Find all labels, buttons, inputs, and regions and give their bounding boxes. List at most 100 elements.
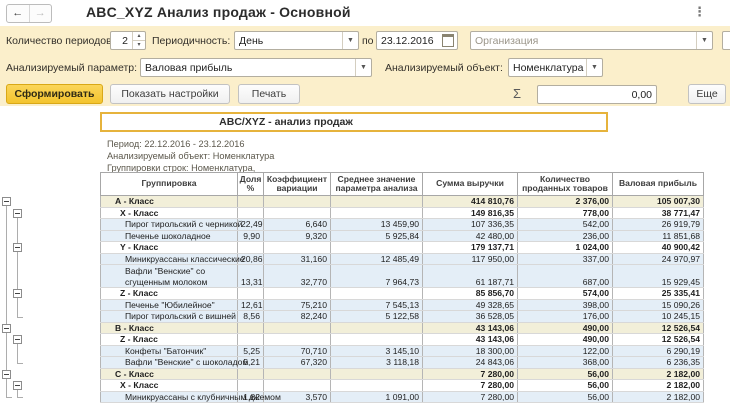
group-cell[interactable]: Х - Класс [101,380,238,392]
value-cell[interactable]: 490,00 [518,322,613,334]
group-collapse-toggle[interactable] [2,370,11,379]
group-cell[interactable]: Печенье шоколадное [101,230,238,242]
group-cell[interactable]: Z - Класс [101,334,238,346]
group-cell[interactable]: В - Класс [101,322,238,334]
value-cell[interactable]: 7 964,73 [331,265,423,288]
value-cell[interactable]: 12 526,54 [613,334,704,346]
value-cell[interactable]: 6 236,35 [613,357,704,369]
value-cell[interactable] [264,368,331,380]
value-cell[interactable]: 56,00 [518,380,613,392]
value-cell[interactable]: 176,00 [518,311,613,323]
group-cell[interactable]: Х - Класс [101,207,238,219]
value-cell[interactable]: 26 919,79 [613,219,704,231]
value-cell[interactable]: 2 376,00 [518,196,613,208]
value-cell[interactable] [331,368,423,380]
value-cell[interactable]: 7 280,00 [423,391,518,403]
stepper-arrows[interactable]: ▴ ▾ [132,32,145,49]
value-cell[interactable]: 490,00 [518,334,613,346]
group-collapse-toggle[interactable] [13,335,22,344]
value-cell[interactable]: 12 485,49 [331,253,423,265]
group-cell[interactable]: Пирог тирольский с черникой [101,219,238,231]
value-cell[interactable]: 542,00 [518,219,613,231]
value-cell[interactable] [264,242,331,254]
value-cell[interactable]: 778,00 [518,207,613,219]
value-cell[interactable]: 5 925,84 [331,230,423,242]
print-button[interactable]: Печать [238,84,300,104]
value-cell[interactable] [238,196,264,208]
value-cell[interactable]: 49 328,65 [423,299,518,311]
value-cell[interactable]: 13 459,90 [331,219,423,231]
value-cell[interactable] [331,288,423,300]
value-cell[interactable]: 70,710 [264,345,331,357]
value-cell[interactable]: 42 480,00 [423,230,518,242]
value-cell[interactable]: 3 145,10 [331,345,423,357]
group-collapse-toggle[interactable] [13,243,22,252]
value-cell[interactable] [238,288,264,300]
value-cell[interactable]: 75,210 [264,299,331,311]
value-cell[interactable]: 22,49 [238,219,264,231]
value-cell[interactable] [331,322,423,334]
sum-field[interactable]: 0,00 [537,85,657,104]
value-cell[interactable]: 43 143,06 [423,322,518,334]
value-cell[interactable] [264,322,331,334]
value-cell[interactable]: 1 091,00 [331,391,423,403]
group-cell[interactable]: С - Класс [101,368,238,380]
group-cell[interactable]: Z - Класс [101,288,238,300]
value-cell[interactable] [238,368,264,380]
chevron-down-icon[interactable]: ▼ [586,59,602,76]
step-down-icon[interactable]: ▾ [133,40,145,49]
value-cell[interactable]: 122,00 [518,345,613,357]
value-cell[interactable]: 43 143,06 [423,334,518,346]
value-cell[interactable]: 236,00 [518,230,613,242]
value-cell[interactable]: 56,00 [518,368,613,380]
value-cell[interactable]: 56,00 [518,391,613,403]
value-cell[interactable]: 2 182,00 [613,368,704,380]
value-cell[interactable]: 85 856,70 [423,288,518,300]
value-cell[interactable]: 15 090,26 [613,299,704,311]
value-cell[interactable]: 574,00 [518,288,613,300]
group-collapse-toggle[interactable] [2,324,11,333]
group-cell[interactable]: Вафли "Венские" с шоколадом [101,357,238,369]
value-cell[interactable] [331,196,423,208]
value-cell[interactable]: 61 187,71 [423,265,518,288]
value-cell[interactable]: 9,90 [238,230,264,242]
value-cell[interactable] [264,380,331,392]
group-cell[interactable]: Миникруассаны с клубничным джемом [101,391,238,403]
value-cell[interactable]: 5,25 [238,345,264,357]
forward-button[interactable]: → [29,5,52,22]
value-cell[interactable]: 687,00 [518,265,613,288]
group-cell[interactable]: Пирог тирольский с вишней [101,311,238,323]
group-cell[interactable]: Миникруассаны классические [101,253,238,265]
value-cell[interactable]: 10 245,15 [613,311,704,323]
value-cell[interactable]: 9,320 [264,230,331,242]
value-cell[interactable] [264,288,331,300]
value-cell[interactable]: 20,86 [238,253,264,265]
value-cell[interactable] [331,207,423,219]
more-button[interactable]: Еще [688,84,726,104]
group-cell[interactable]: А - Класс [101,196,238,208]
value-cell[interactable]: 13,31 [238,265,264,288]
object-select[interactable]: Номенклатура ▼ [508,58,603,77]
value-cell[interactable]: 368,00 [518,357,613,369]
group-collapse-toggle[interactable] [2,197,11,206]
value-cell[interactable]: 7 545,13 [331,299,423,311]
value-cell[interactable] [238,334,264,346]
value-cell[interactable] [331,380,423,392]
value-cell[interactable]: 337,00 [518,253,613,265]
value-cell[interactable]: 1 024,00 [518,242,613,254]
value-cell[interactable]: 5 122,58 [331,311,423,323]
value-cell[interactable]: 179 137,71 [423,242,518,254]
value-cell[interactable]: 12,61 [238,299,264,311]
group-cell[interactable]: Y - Класс [101,242,238,254]
generate-button[interactable]: Сформировать [6,84,103,104]
back-button[interactable]: ← [7,5,29,22]
group-cell[interactable]: Печенье "Юбилейное" [101,299,238,311]
group-cell[interactable]: Вафли "Венские" со сгущенным молоком [101,265,238,288]
value-cell[interactable]: 8,56 [238,311,264,323]
value-cell[interactable] [264,334,331,346]
value-cell[interactable]: 18 300,00 [423,345,518,357]
value-cell[interactable]: 414 810,76 [423,196,518,208]
value-cell[interactable]: 107 336,35 [423,219,518,231]
value-cell[interactable]: 15 929,45 [613,265,704,288]
param-select[interactable]: Валовая прибыль ▼ [140,58,372,77]
